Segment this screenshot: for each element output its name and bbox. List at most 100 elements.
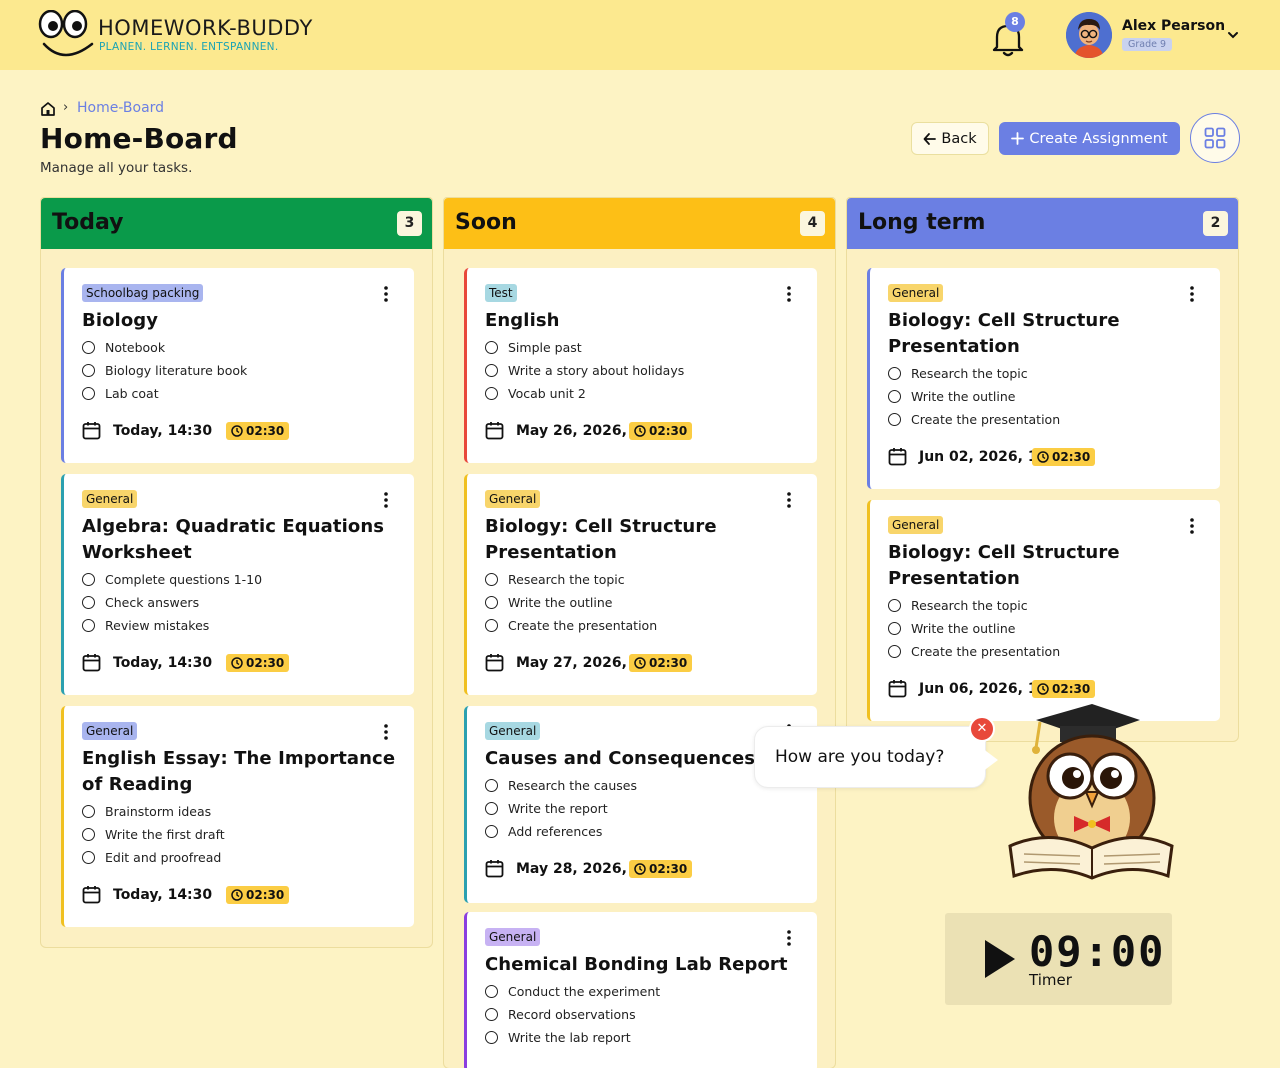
subtask-item[interactable]: Create the presentation <box>485 618 657 633</box>
checkbox-circle-icon[interactable] <box>485 802 498 815</box>
checkbox-circle-icon[interactable] <box>888 413 901 426</box>
subtask-label: Write the first draft <box>105 827 225 842</box>
assignment-card[interactable]: Schoolbag packing Biology Notebook Biology … <box>61 268 414 463</box>
calendar-icon <box>485 860 504 878</box>
more-options-icon[interactable] <box>787 286 791 302</box>
close-icon[interactable]: ✕ <box>969 716 995 742</box>
checkbox-circle-icon[interactable] <box>82 851 95 864</box>
card-title: Biology: Cell Structure Presentation <box>888 542 1120 589</box>
subtask-item[interactable]: Simple past <box>485 340 582 355</box>
more-options-icon[interactable] <box>384 724 388 740</box>
subtask-item[interactable]: Create the presentation <box>888 644 1060 659</box>
checkbox-circle-icon[interactable] <box>82 596 95 609</box>
more-options-icon[interactable] <box>1190 286 1194 302</box>
subtask-item[interactable]: Write the outline <box>888 621 1016 636</box>
assignment-card[interactable]: General Algebra: Quadratic Equations Work… <box>61 474 414 695</box>
checkbox-circle-icon[interactable] <box>485 596 498 609</box>
checkbox-circle-icon[interactable] <box>82 828 95 841</box>
chevron-down-icon[interactable] <box>1226 28 1240 42</box>
column-today: Today 3 Schoolbag packing Biology Notebook Bi… <box>40 197 433 948</box>
more-options-icon[interactable] <box>384 286 388 302</box>
subtask-item[interactable]: Notebook <box>82 340 165 355</box>
more-options-icon[interactable] <box>1190 518 1194 534</box>
checkbox-circle-icon[interactable] <box>888 622 901 635</box>
duration-text: 02:30 <box>649 656 688 670</box>
subtask-item[interactable]: Add references <box>485 824 602 839</box>
subtask-item[interactable]: Create the presentation <box>888 412 1060 427</box>
assignment-card[interactable]: General Biology: Cell Structure Presentat… <box>867 500 1220 721</box>
duration-badge: 02:30 <box>1032 680 1096 698</box>
calendar-icon <box>82 654 101 672</box>
subtask-item[interactable]: Edit and proofread <box>82 850 221 865</box>
assistant-chat-bubble[interactable]: How are you today? <box>754 726 986 788</box>
user-name[interactable]: Alex Pearson <box>1122 18 1225 34</box>
subtask-item[interactable]: Write the outline <box>888 389 1016 404</box>
subtask-item[interactable]: Lab coat <box>82 386 159 401</box>
subtask-label: Brainstorm ideas <box>105 804 212 819</box>
checkbox-circle-icon[interactable] <box>485 364 498 377</box>
subtask-item[interactable]: Biology literature book <box>82 363 247 378</box>
more-options-icon[interactable] <box>787 492 791 508</box>
subtask-item[interactable]: Write a story about holidays <box>485 363 684 378</box>
checkbox-circle-icon[interactable] <box>485 779 498 792</box>
calendar-icon <box>485 654 504 672</box>
owl-mascot-icon[interactable] <box>1000 698 1175 880</box>
subtask-item[interactable]: Research the topic <box>888 366 1028 381</box>
subtask-item[interactable]: Write the outline <box>485 595 613 610</box>
checkbox-circle-icon[interactable] <box>82 619 95 632</box>
checkbox-circle-icon[interactable] <box>485 573 498 586</box>
more-options-icon[interactable] <box>787 930 791 946</box>
subtask-item[interactable]: Write the lab report <box>485 1030 631 1045</box>
category-tag: Schoolbag packing <box>82 284 204 302</box>
avatar[interactable] <box>1066 12 1112 58</box>
subtask-label: Create the presentation <box>911 412 1061 427</box>
checkbox-circle-icon[interactable] <box>82 341 95 354</box>
checkbox-circle-icon[interactable] <box>888 390 901 403</box>
assignment-card[interactable]: General Biology: Cell Structure Presentat… <box>464 474 817 695</box>
checkbox-circle-icon[interactable] <box>485 341 498 354</box>
subtask-item[interactable]: Conduct the experiment <box>485 984 660 999</box>
breadcrumb-current[interactable]: Home-Board <box>77 100 164 116</box>
logo-face-icon <box>38 10 94 57</box>
subtask-item[interactable]: Record observations <box>485 1007 636 1022</box>
create-assignment-button[interactable]: Create Assignment <box>999 122 1180 155</box>
due-date-text: Today, 14:30 <box>113 654 213 671</box>
checkbox-circle-icon[interactable] <box>485 619 498 632</box>
checkbox-circle-icon[interactable] <box>888 599 901 612</box>
due-date: Today, 14:30 <box>82 885 212 904</box>
checkbox-circle-icon[interactable] <box>485 985 498 998</box>
checkbox-circle-icon[interactable] <box>888 367 901 380</box>
subtask-item[interactable]: Write the first draft <box>82 827 225 842</box>
checkbox-circle-icon[interactable] <box>485 387 498 400</box>
card-title: Biology: Cell Structure Presentation <box>888 310 1120 357</box>
checkbox-circle-icon[interactable] <box>485 825 498 838</box>
more-options-icon[interactable] <box>384 492 388 508</box>
subtask-item[interactable]: Review mistakes <box>82 618 209 633</box>
subtask-item[interactable]: Vocab unit 2 <box>485 386 586 401</box>
column-title: Today <box>52 210 124 235</box>
page-title: Home-Board <box>40 122 238 155</box>
checkbox-circle-icon[interactable] <box>888 645 901 658</box>
subtask-item[interactable]: Brainstorm ideas <box>82 804 211 819</box>
checkbox-circle-icon[interactable] <box>485 1031 498 1044</box>
checkbox-circle-icon[interactable] <box>82 364 95 377</box>
subtask-item[interactable]: Research the topic <box>888 598 1028 613</box>
play-icon[interactable] <box>983 938 1017 980</box>
checkbox-circle-icon[interactable] <box>82 573 95 586</box>
subtask-item[interactable]: Write the report <box>485 801 608 816</box>
assignment-card[interactable]: Test English Simple past Write a story abou… <box>464 268 817 463</box>
checkbox-circle-icon[interactable] <box>485 1008 498 1021</box>
subtask-item[interactable]: Research the causes <box>485 778 637 793</box>
subtask-item[interactable]: Complete questions 1-10 <box>82 572 262 587</box>
back-button[interactable]: Back <box>911 122 989 155</box>
assignment-card[interactable]: General Chemical Bonding Lab Report Conduc… <box>464 912 817 1068</box>
checkbox-circle-icon[interactable] <box>82 805 95 818</box>
assignment-card[interactable]: General English Essay: The Importance of … <box>61 706 414 927</box>
app-logo[interactable]: HOMEWORK-BUDDY PLANEN. LERNEN. ENTSPANNE… <box>38 10 312 62</box>
grid-view-button[interactable] <box>1190 113 1240 163</box>
checkbox-circle-icon[interactable] <box>82 387 95 400</box>
assignment-card[interactable]: General Biology: Cell Structure Presentat… <box>867 268 1220 489</box>
home-icon[interactable] <box>40 101 56 117</box>
subtask-item[interactable]: Check answers <box>82 595 199 610</box>
subtask-item[interactable]: Research the topic <box>485 572 625 587</box>
